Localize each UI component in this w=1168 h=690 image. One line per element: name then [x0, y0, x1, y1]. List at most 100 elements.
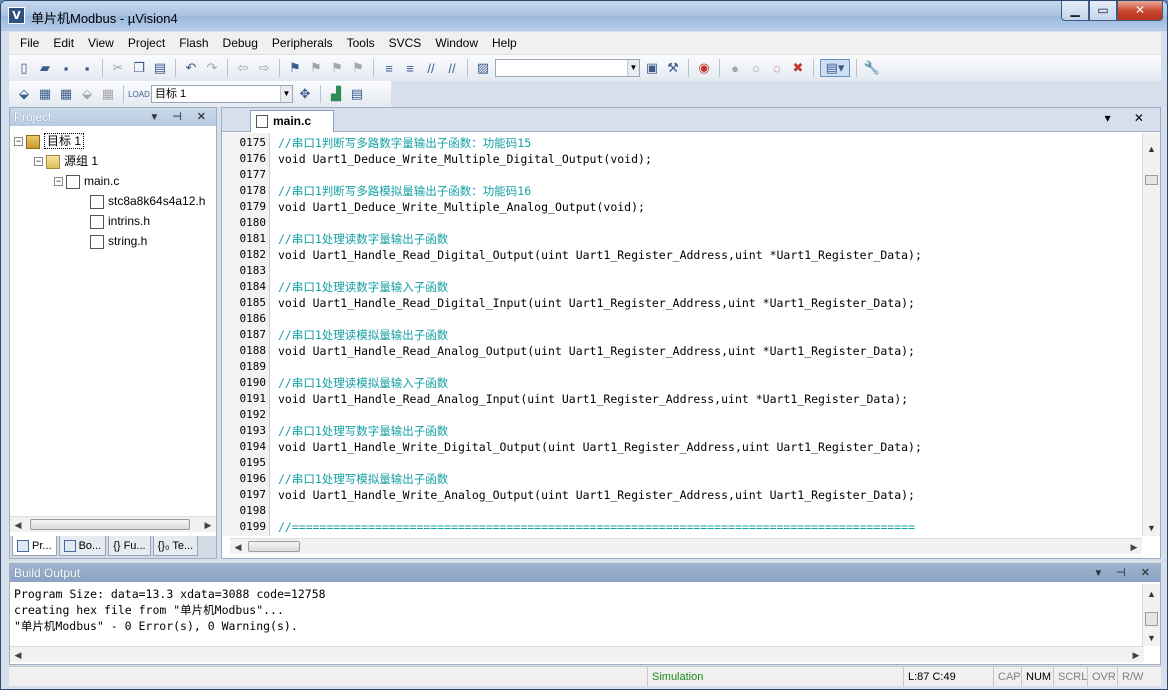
- editor-hscrollbar[interactable]: ◀ ▶: [230, 538, 1142, 554]
- build-hscrollbar[interactable]: ◀ ▶: [10, 646, 1144, 662]
- close-button[interactable]: ✕: [1117, 1, 1163, 21]
- tab-main-c[interactable]: main.c: [250, 110, 334, 132]
- select-packs-icon[interactable]: ▤: [348, 85, 366, 103]
- rebuild-icon[interactable]: ▦: [57, 85, 75, 103]
- disable-breakpoint-icon[interactable]: ○: [747, 59, 765, 77]
- find-combo[interactable]: ▼: [495, 59, 640, 77]
- collapse-icon[interactable]: −: [54, 177, 63, 187]
- code-line[interactable]: 0188 void Uart1_Handle_Read_Analog_Output…: [222, 343, 1138, 359]
- code-line[interactable]: 0189: [222, 359, 1138, 375]
- breakpoint-icon[interactable]: ●: [726, 59, 744, 77]
- menu-window[interactable]: Window: [428, 36, 485, 50]
- minimize-button[interactable]: ▁: [1061, 1, 1089, 21]
- tree-target-node[interactable]: − 目标 1: [14, 132, 85, 150]
- code-line[interactable]: 0184 //串口1处理读数字量输入子函数: [222, 279, 1138, 295]
- kill-breakpoints-icon[interactable]: ✖: [789, 59, 807, 77]
- scroll-up-icon[interactable]: ▲: [1143, 586, 1160, 602]
- new-file-icon[interactable]: ▯: [15, 59, 33, 77]
- configure-icon[interactable]: 🔧: [863, 59, 881, 77]
- code-line[interactable]: 0193 //串口1处理写数字量输出子函数: [222, 423, 1138, 439]
- download-load-icon[interactable]: LOAD: [128, 85, 150, 103]
- code-line[interactable]: 0200 //串口1用函数定义: [222, 535, 1138, 536]
- scroll-thumb[interactable]: [1145, 612, 1158, 626]
- tree-header-stc8[interactable]: stc8a8k64s4a12.h: [90, 192, 205, 210]
- code-line[interactable]: 0195: [222, 455, 1138, 471]
- target-select[interactable]: 目标 1 ▼: [151, 85, 293, 103]
- menu-svcs[interactable]: SVCS: [382, 36, 429, 50]
- code-line[interactable]: 0182 void Uart1_Handle_Read_Digital_Outpu…: [222, 247, 1138, 263]
- tab-templates[interactable]: {}₀ Te...: [152, 536, 199, 556]
- code-line[interactable]: 0178 //串口1判断写多路模拟量输出子函数：功能码16: [222, 183, 1138, 199]
- code-line[interactable]: 0191 void Uart1_Handle_Read_Analog_Input(…: [222, 391, 1138, 407]
- menu-peripherals[interactable]: Peripherals: [265, 36, 340, 50]
- build-icon[interactable]: ▦: [36, 85, 54, 103]
- code-line[interactable]: 0179 void Uart1_Deduce_Write_Multiple_Ana…: [222, 199, 1138, 215]
- unindent-icon[interactable]: ≡: [401, 59, 419, 77]
- scroll-left-icon[interactable]: ◀: [230, 539, 246, 555]
- code-line[interactable]: 0177: [222, 167, 1138, 183]
- scroll-right-icon[interactable]: ▶: [200, 517, 216, 533]
- tree-header-intrins[interactable]: intrins.h: [90, 212, 150, 230]
- redo-icon[interactable]: ↷: [203, 59, 221, 77]
- code-line[interactable]: 0196 //串口1处理写模拟量输出子函数: [222, 471, 1138, 487]
- stop-build-icon[interactable]: ▦: [99, 85, 117, 103]
- scroll-right-icon[interactable]: ▶: [1128, 647, 1144, 663]
- scroll-thumb[interactable]: [248, 541, 300, 552]
- scroll-thumb[interactable]: [30, 519, 190, 530]
- menu-help[interactable]: Help: [485, 36, 524, 50]
- code-area[interactable]: 0175 //串口1判断写多路数字量输出子函数：功能码15 0176 void Uar…: [222, 133, 1138, 536]
- open-folder-icon[interactable]: ▰: [36, 59, 54, 77]
- prev-bookmark-icon[interactable]: ⚑: [307, 59, 325, 77]
- menu-flash[interactable]: Flash: [172, 36, 215, 50]
- save-icon[interactable]: ▪: [57, 59, 75, 77]
- code-line[interactable]: 0190 //串口1处理读模拟量输入子函数: [222, 375, 1138, 391]
- clear-bookmarks-icon[interactable]: ⚑: [349, 59, 367, 77]
- code-line[interactable]: 0192: [222, 407, 1138, 423]
- editor-controls[interactable]: ▾ ✕: [1105, 111, 1154, 125]
- menu-view[interactable]: View: [81, 36, 121, 50]
- incremental-find-icon[interactable]: ⚒: [664, 59, 682, 77]
- scroll-down-icon[interactable]: ▼: [1143, 520, 1160, 536]
- maximize-button[interactable]: ▭: [1089, 1, 1117, 21]
- code-line[interactable]: 0175 //串口1判断写多路数字量输出子函数：功能码15: [222, 135, 1138, 151]
- editor-vscrollbar[interactable]: ▲ ▼: [1142, 133, 1160, 536]
- cut-icon[interactable]: ✂: [109, 59, 127, 77]
- debug-session-icon[interactable]: ◉: [695, 59, 713, 77]
- tree-header-string[interactable]: string.h: [90, 232, 147, 250]
- indent-icon[interactable]: ≡: [380, 59, 398, 77]
- code-line[interactable]: 0186: [222, 311, 1138, 327]
- menu-edit[interactable]: Edit: [46, 36, 81, 50]
- nav-forward-icon[interactable]: ⇨: [255, 59, 273, 77]
- scroll-right-icon[interactable]: ▶: [1126, 539, 1142, 555]
- panel-controls[interactable]: ▾ ⊣ ✕: [1096, 564, 1156, 582]
- comment-icon[interactable]: //: [422, 59, 440, 77]
- scroll-up-icon[interactable]: ▲: [1143, 141, 1160, 157]
- bookmark-icon[interactable]: ⚑: [286, 59, 304, 77]
- scroll-thumb[interactable]: [1145, 175, 1158, 185]
- menu-project[interactable]: Project: [121, 36, 172, 50]
- translate-icon[interactable]: ⬙: [15, 85, 33, 103]
- tree-file-main[interactable]: − main.c: [54, 172, 119, 190]
- scroll-down-icon[interactable]: ▼: [1143, 630, 1160, 646]
- tab-project[interactable]: Pr...: [12, 536, 57, 556]
- window-layout-icon[interactable]: ▤▾: [820, 59, 850, 77]
- target-options-icon[interactable]: ✥: [296, 85, 314, 103]
- tree-group-node[interactable]: − 源组 1: [34, 152, 98, 170]
- find-in-files-icon[interactable]: ▨: [474, 59, 492, 77]
- build-vscrollbar[interactable]: ▲ ▼: [1142, 584, 1160, 646]
- tab-books[interactable]: Bo...: [58, 536, 107, 556]
- copy-icon[interactable]: ❐: [130, 59, 148, 77]
- menu-tools[interactable]: Tools: [340, 36, 382, 50]
- paste-icon[interactable]: ▤: [151, 59, 169, 77]
- code-line[interactable]: 0181 //串口1处理读数字量输出子函数: [222, 231, 1138, 247]
- uncomment-icon[interactable]: //: [443, 59, 461, 77]
- collapse-icon[interactable]: −: [34, 157, 43, 167]
- disable-all-breakpoints-icon[interactable]: ◌: [768, 59, 786, 77]
- code-line[interactable]: 0197 void Uart1_Handle_Write_Analog_Outpu…: [222, 487, 1138, 503]
- manage-components-icon[interactable]: ▟: [327, 85, 345, 103]
- code-line[interactable]: 0176 void Uart1_Deduce_Write_Multiple_Dig…: [222, 151, 1138, 167]
- find-icon[interactable]: ▣: [643, 59, 661, 77]
- code-line[interactable]: 0194 void Uart1_Handle_Write_Digital_Outp…: [222, 439, 1138, 455]
- tab-functions[interactable]: {} Fu...: [108, 536, 151, 556]
- menu-file[interactable]: File: [13, 36, 46, 50]
